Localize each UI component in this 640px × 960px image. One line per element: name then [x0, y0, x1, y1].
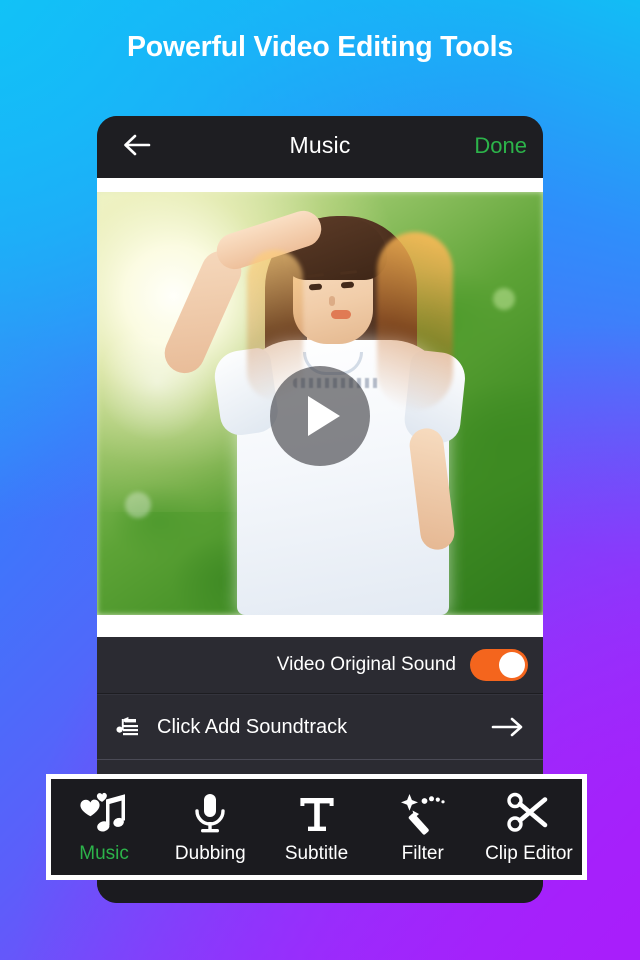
toolbar-label-music: Music: [79, 842, 129, 864]
letterbox-bottom: [97, 615, 543, 637]
toolbar-label-filter: Filter: [401, 842, 444, 864]
original-sound-toggle[interactable]: [470, 649, 528, 681]
toolbar-item-dubbing[interactable]: Dubbing: [157, 779, 263, 875]
original-sound-label: Video Original Sound: [276, 654, 456, 675]
photo-bokeh: [493, 288, 515, 310]
photo-subject-eye: [340, 281, 355, 289]
original-sound-row: Video Original Sound: [97, 637, 543, 693]
toolbar-item-music[interactable]: Music: [51, 779, 157, 875]
video-preview[interactable]: [97, 192, 543, 615]
microphone-icon: [189, 790, 231, 836]
photo-subject-eye: [308, 283, 323, 291]
bottom-toolbar: Music Dubbing Subtitle Filter Clip Edito…: [46, 774, 587, 880]
music-sheet-icon: [115, 716, 141, 738]
add-soundtrack-row[interactable]: Click Add Soundtrack: [97, 694, 543, 759]
toolbar-item-subtitle[interactable]: Subtitle: [263, 779, 369, 875]
photo-hair-rimlight: [377, 232, 453, 410]
done-button[interactable]: Done: [474, 133, 527, 159]
music-hearts-icon: [78, 790, 130, 836]
arrow-right-icon[interactable]: [491, 715, 525, 739]
page-title: Powerful Video Editing Tools: [126, 31, 514, 63]
photo-bokeh: [125, 492, 151, 518]
toolbar-label-subtitle: Subtitle: [284, 842, 349, 864]
play-icon: [308, 396, 340, 436]
photo-subject-lips: [331, 310, 351, 319]
toolbar-item-filter[interactable]: Filter: [370, 779, 476, 875]
app-header: Music Done: [97, 116, 543, 178]
toggle-knob: [499, 652, 525, 678]
toolbar-item-clip-editor[interactable]: Clip Editor: [476, 779, 582, 875]
toolbar-label-clip-editor: Clip Editor: [485, 842, 573, 864]
letterbox-top: [97, 178, 543, 192]
add-soundtrack-label: Click Add Soundtrack: [157, 715, 348, 738]
photo-subject-nose: [329, 296, 335, 306]
scissors-icon: [506, 790, 552, 836]
text-t-icon: [295, 790, 339, 836]
toolbar-label-dubbing: Dubbing: [174, 842, 246, 864]
play-button[interactable]: [270, 366, 370, 466]
magic-wand-icon: [398, 790, 448, 836]
